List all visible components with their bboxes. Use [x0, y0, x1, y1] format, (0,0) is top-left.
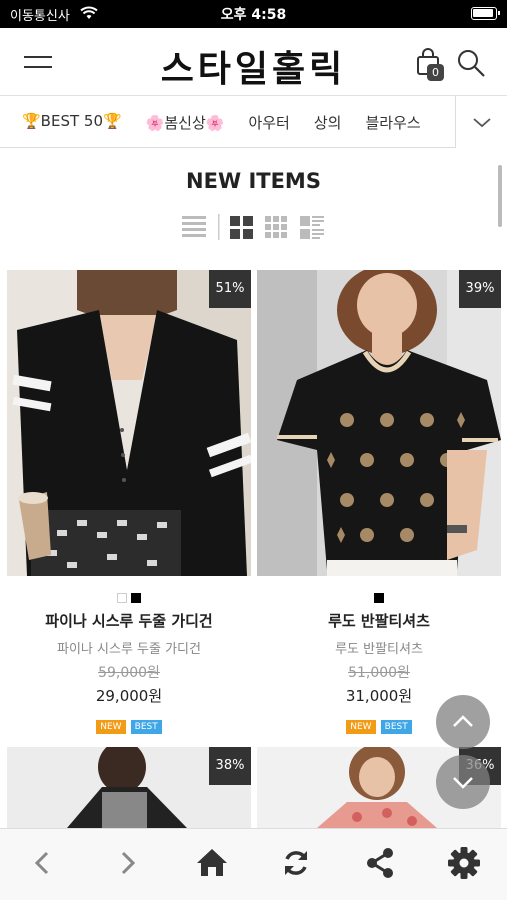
category-best50[interactable]: 🏆BEST 50🏆	[22, 112, 122, 133]
home-icon[interactable]	[192, 843, 232, 883]
original-price: 59,000원	[98, 665, 160, 681]
discount-badge: 38%	[209, 747, 251, 785]
best-badge: BEST	[380, 720, 412, 734]
scroll-up-button[interactable]	[436, 695, 490, 749]
app-header: 스타일홀릭 0	[0, 28, 507, 96]
product-badges: NEW BEST	[7, 714, 251, 734]
product-image[interactable]: 51%	[7, 270, 251, 576]
bottom-navigation	[0, 828, 507, 900]
color-swatches	[257, 588, 501, 603]
back-icon[interactable]	[23, 843, 63, 883]
discount-badge: 39%	[459, 270, 501, 308]
best-badge: BEST	[130, 720, 162, 734]
product-card[interactable]: 51% 파이나 시스루 두줄 가디건 파이나 시스루 두줄 가디건 59,000…	[7, 270, 251, 734]
clock: 오후 4:58	[220, 7, 287, 23]
chevron-down-icon	[473, 118, 491, 128]
category-outer[interactable]: 아우터	[248, 112, 289, 133]
cart-count-badge: 0	[427, 64, 444, 81]
product-subtitle: 루도 반팔티셔츠	[335, 642, 423, 657]
chevron-down-icon	[453, 777, 473, 789]
battery-icon	[471, 7, 500, 20]
discount-badge: 51%	[209, 270, 251, 308]
new-badge: NEW	[346, 720, 376, 734]
search-icon[interactable]	[456, 48, 486, 78]
category-tops[interactable]: 상의	[314, 112, 342, 133]
product-name[interactable]: 파이나 시스루 두줄 가디건	[7, 610, 251, 631]
swatch-white	[117, 593, 127, 603]
sale-price: 29,000원	[95, 687, 163, 705]
category-bar: 🏆BEST 50🏆 🌸봄신상🌸 아우터 상의 블라우스	[0, 96, 507, 148]
section-title: NEW ITEMS	[186, 169, 321, 193]
original-price: 51,000원	[348, 665, 410, 681]
category-spring-new[interactable]: 🌸봄신상🌸	[146, 112, 225, 133]
detail-list-view-icon[interactable]	[300, 216, 324, 239]
scrollbar[interactable]	[498, 165, 502, 227]
new-badge: NEW	[96, 720, 126, 734]
share-icon[interactable]	[360, 843, 400, 883]
product-image[interactable]: 39%	[257, 270, 501, 576]
product-subtitle: 파이나 시스루 두줄 가디건	[57, 642, 201, 657]
product-card[interactable]: 38%	[7, 747, 251, 828]
product-name[interactable]: 루도 반팔티셔츠	[257, 610, 501, 631]
category-expand-button[interactable]	[455, 96, 507, 148]
scroll-down-button[interactable]	[436, 755, 490, 809]
swatch-black	[131, 593, 141, 603]
view-mode-switcher	[182, 214, 324, 240]
swatch-black	[374, 593, 384, 603]
color-swatches	[7, 588, 251, 603]
product-card[interactable]: 39% 루도 반팔티셔츠 루도 반팔티셔츠 51,000원 31,000원 NE…	[257, 270, 501, 734]
category-blouse[interactable]: 블라우스	[365, 112, 420, 133]
grid-3-view-icon[interactable]	[265, 216, 287, 238]
forward-icon[interactable]	[107, 843, 147, 883]
status-bar: 이동통신사 오후 4:58	[0, 0, 507, 28]
refresh-icon[interactable]	[276, 843, 316, 883]
chevron-up-icon	[453, 715, 473, 727]
grid-2-view-icon[interactable]	[230, 216, 253, 239]
product-image[interactable]: 38%	[7, 747, 251, 828]
settings-gear-icon[interactable]	[444, 843, 484, 883]
list-view-icon[interactable]	[182, 216, 206, 237]
